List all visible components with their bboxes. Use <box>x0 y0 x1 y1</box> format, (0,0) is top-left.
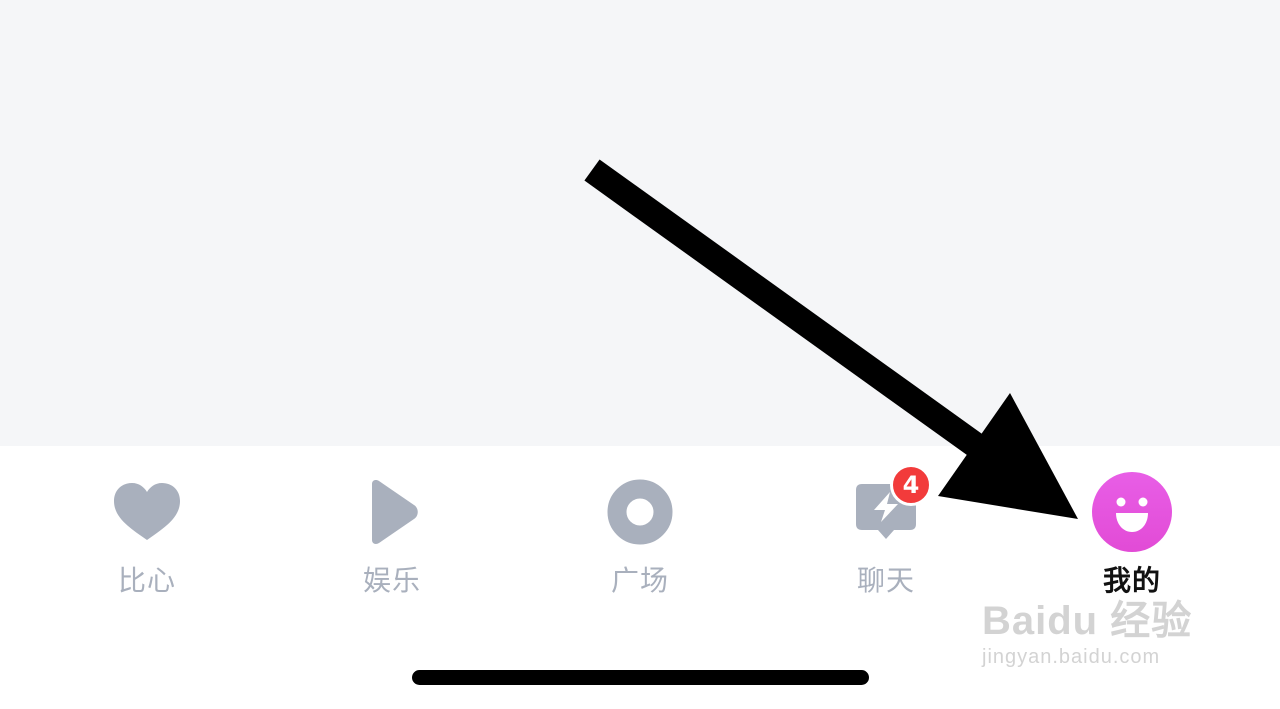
watermark-brand: Baidu 经验 <box>982 599 1193 643</box>
watermark: Baidu 经验 jingyan.baidu.com <box>982 598 1222 684</box>
watermark-url: jingyan.baidu.com <box>982 646 1161 668</box>
